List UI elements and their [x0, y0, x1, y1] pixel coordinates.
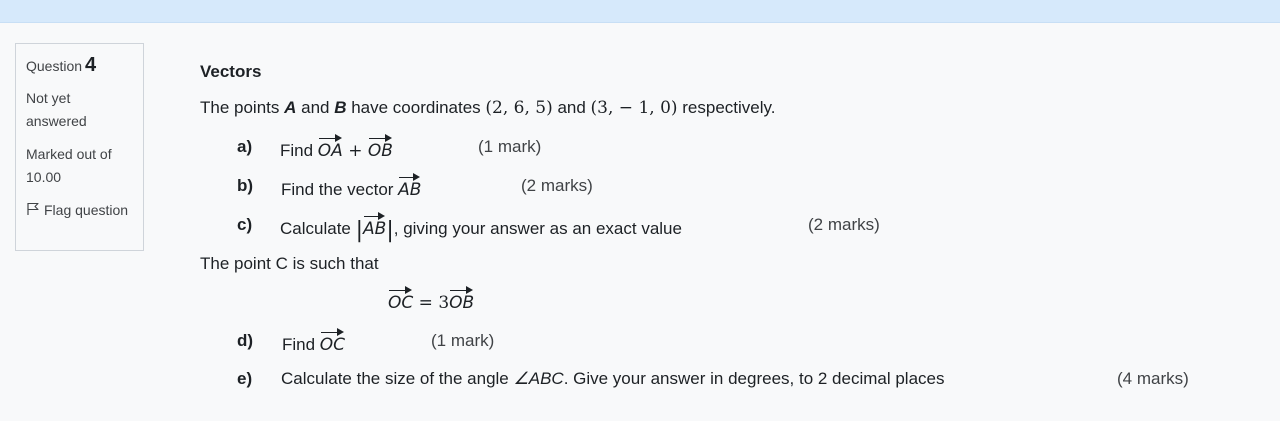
part-e-text: Calculate the size of the angle ∠ABC. Gi…: [281, 369, 945, 389]
flag-icon: [27, 202, 39, 215]
part-b-label: b): [237, 176, 254, 195]
part-b-marks: (2 marks): [521, 176, 593, 195]
part-a-find: Find: [280, 141, 318, 160]
intro-suffix: respectively.: [677, 98, 776, 117]
intro-text: The points A and B have coordinates (2, …: [200, 98, 775, 118]
point-c-text: The point C is such that: [200, 254, 379, 273]
part-e-rest: . Give your answer in degrees, to 2 deci…: [563, 369, 945, 388]
part-c-rest: , giving your answer as an exact value: [393, 219, 682, 238]
intro-prefix: The points: [200, 98, 285, 117]
question-title: Vectors: [200, 62, 262, 81]
part-c-calculate: Calculate: [280, 219, 356, 238]
intro-and: and: [296, 98, 335, 117]
coords-b: (3, − 1, 0): [590, 98, 678, 118]
point-a: A: [284, 98, 297, 117]
abs-bar-left: |: [355, 218, 364, 243]
plus-sign: +: [342, 141, 368, 161]
part-d-find: Find: [282, 335, 320, 354]
vector-ob-eq: OB: [449, 286, 474, 313]
part-d-text: Find OC: [282, 328, 345, 355]
point-b: B: [334, 98, 347, 117]
intro-mid: have coordinates: [346, 98, 486, 117]
vector-oa: OA: [318, 134, 343, 161]
vector-ab-magnitude: AB: [363, 212, 386, 239]
equation-oc: OC = 3OB: [388, 286, 474, 313]
part-c-label: c): [237, 215, 253, 234]
vector-ab: AB: [398, 173, 421, 200]
part-c-marks: (2 marks): [808, 215, 880, 234]
flag-question-link[interactable]: Flag question: [26, 199, 133, 222]
part-e-marks: (4 marks): [1117, 369, 1189, 388]
part-a-marks: (1 mark): [478, 137, 542, 156]
flag-question-label: Flag question: [44, 202, 129, 218]
part-e-calculate: Calculate the size of the angle: [281, 369, 514, 388]
part-d-marks: (1 mark): [431, 331, 495, 350]
part-e-label: e): [237, 369, 253, 388]
intro-and-2: and: [552, 98, 591, 117]
top-banner: [0, 0, 1280, 23]
part-d-label: d): [237, 331, 254, 350]
question-grade: Marked out of 10.00: [26, 146, 112, 185]
coords-a: (2, 6, 5): [485, 98, 553, 118]
question-number-value: 4: [85, 54, 97, 76]
abs-bar-right: |: [386, 218, 394, 243]
equals-three: = 3: [413, 293, 450, 313]
part-a-label: a): [237, 137, 253, 156]
question-info-panel: Question 4 Not yet answered Marked out of…: [15, 43, 144, 251]
angle-abc: ∠ABC: [513, 369, 564, 388]
vector-ob: OB: [368, 134, 393, 161]
question-state: Not yet answered: [26, 90, 87, 129]
part-b-text: Find the vector AB: [281, 173, 421, 200]
part-b-find: Find the vector: [281, 180, 399, 199]
part-a-text: Find OA + OB: [280, 134, 393, 161]
vector-oc-find: OC: [320, 328, 345, 355]
vector-oc: OC: [388, 286, 413, 313]
part-c-text: Calculate |AB|, giving your answer as an…: [280, 212, 682, 243]
question-label: Question: [26, 58, 83, 74]
question-number: Question 4: [26, 54, 133, 77]
